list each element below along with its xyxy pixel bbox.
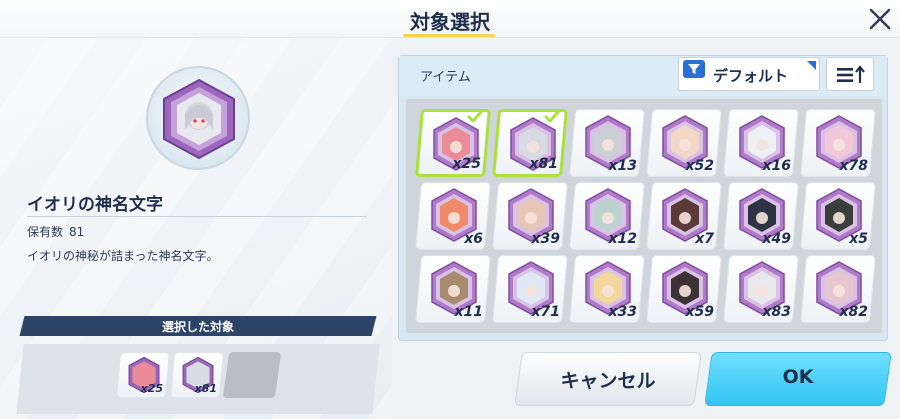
divider (27, 216, 367, 217)
close-icon (869, 8, 891, 30)
cancel-button[interactable] (514, 352, 702, 406)
item-count: x52 (685, 158, 714, 174)
item-count: x82 (839, 304, 868, 320)
item-card[interactable]: x59 (646, 255, 722, 323)
check-icon (544, 110, 560, 123)
item-card[interactable]: x81 (492, 109, 568, 177)
check-icon (467, 110, 483, 123)
item-card-content: x59 (650, 256, 718, 322)
item-card[interactable]: x5 (800, 182, 876, 250)
item-count: x78 (839, 158, 868, 174)
selected-slot[interactable]: x81 (169, 352, 225, 398)
sort-dropdown-label: デフォルト (713, 67, 789, 85)
selected-slot-count: x25 (140, 382, 163, 395)
selected-slot-card: x81 (169, 352, 225, 398)
page-title: 対象選択 (410, 10, 490, 34)
item-card-content: x6 (419, 183, 487, 249)
selected-slot-count: x81 (194, 382, 217, 395)
sort-order-button[interactable] (826, 57, 874, 91)
item-card-content: x82 (804, 256, 872, 322)
close-button[interactable] (866, 5, 894, 33)
item-count: x12 (608, 231, 637, 247)
item-card[interactable]: x16 (723, 109, 799, 177)
item-count: x39 (531, 231, 560, 247)
selected-slot[interactable]: x25 (115, 352, 171, 398)
item-card-content: x25 (421, 110, 485, 174)
item-count: x25 (452, 156, 481, 172)
item-card-content: x7 (650, 183, 718, 249)
item-card[interactable]: x39 (492, 182, 568, 250)
sort-ascending-icon (837, 65, 865, 83)
ok-button[interactable] (704, 352, 892, 406)
item-count: x49 (762, 231, 791, 247)
item-count: x6 (464, 231, 483, 247)
item-card[interactable]: x83 (723, 255, 799, 323)
item-card[interactable]: x13 (569, 109, 645, 177)
owned-count-row: 保有数 81 (27, 223, 90, 240)
item-list-label: アイテム (420, 70, 471, 85)
item-card[interactable]: x6 (415, 182, 491, 250)
item-card[interactable]: x25 (415, 109, 491, 177)
item-card-content: x52 (650, 110, 718, 176)
item-card[interactable]: x49 (723, 182, 799, 250)
item-card-content: x81 (498, 110, 562, 174)
item-count: x7 (695, 231, 714, 247)
item-card-content: x5 (804, 183, 872, 249)
item-count: x13 (608, 158, 637, 174)
item-count: x11 (454, 304, 483, 320)
item-card[interactable]: x78 (800, 109, 876, 177)
title-underline (403, 34, 495, 37)
item-count: x81 (529, 156, 558, 172)
item-count: x83 (762, 304, 791, 320)
item-card-content: x33 (573, 256, 641, 322)
item-preview (146, 66, 250, 170)
item-card[interactable]: x33 (569, 255, 645, 323)
item-card-content: x78 (804, 110, 872, 176)
item-card-content: x39 (496, 183, 564, 249)
item-card-content: x83 (727, 256, 795, 322)
item-card[interactable]: x7 (646, 182, 722, 250)
item-card[interactable]: x12 (569, 182, 645, 250)
item-card-content: x16 (727, 110, 795, 176)
item-description: イオリの神秘が詰まった神名文字。 (27, 249, 219, 263)
item-card[interactable]: x52 (646, 109, 722, 177)
item-name: イオリの神名文字 (27, 195, 163, 215)
item-card-content: x49 (727, 183, 795, 249)
item-card[interactable]: x71 (492, 255, 568, 323)
item-count: x33 (608, 304, 637, 320)
funnel-icon (683, 60, 705, 78)
item-card[interactable]: x82 (800, 255, 876, 323)
owned-label: 保有数 (27, 225, 64, 239)
item-card-content: x11 (419, 256, 487, 322)
item-card-content: x71 (496, 256, 564, 322)
selected-slot-card: x25 (115, 352, 171, 398)
item-count: x59 (685, 304, 714, 320)
empty-selected-slot[interactable] (222, 352, 282, 398)
item-card-content: x12 (573, 183, 641, 249)
dropdown-corner-icon (807, 61, 816, 70)
eleph-hex-icon (163, 78, 235, 160)
owned-value: 81 (69, 225, 85, 239)
item-card-content: x13 (573, 110, 641, 176)
item-count: x16 (762, 158, 791, 174)
item-count: x71 (531, 304, 560, 320)
sort-dropdown[interactable]: デフォルト (678, 57, 820, 91)
selected-header-label: 選択した対象 (161, 320, 234, 334)
item-count: x5 (849, 231, 868, 247)
item-card[interactable]: x11 (415, 255, 491, 323)
